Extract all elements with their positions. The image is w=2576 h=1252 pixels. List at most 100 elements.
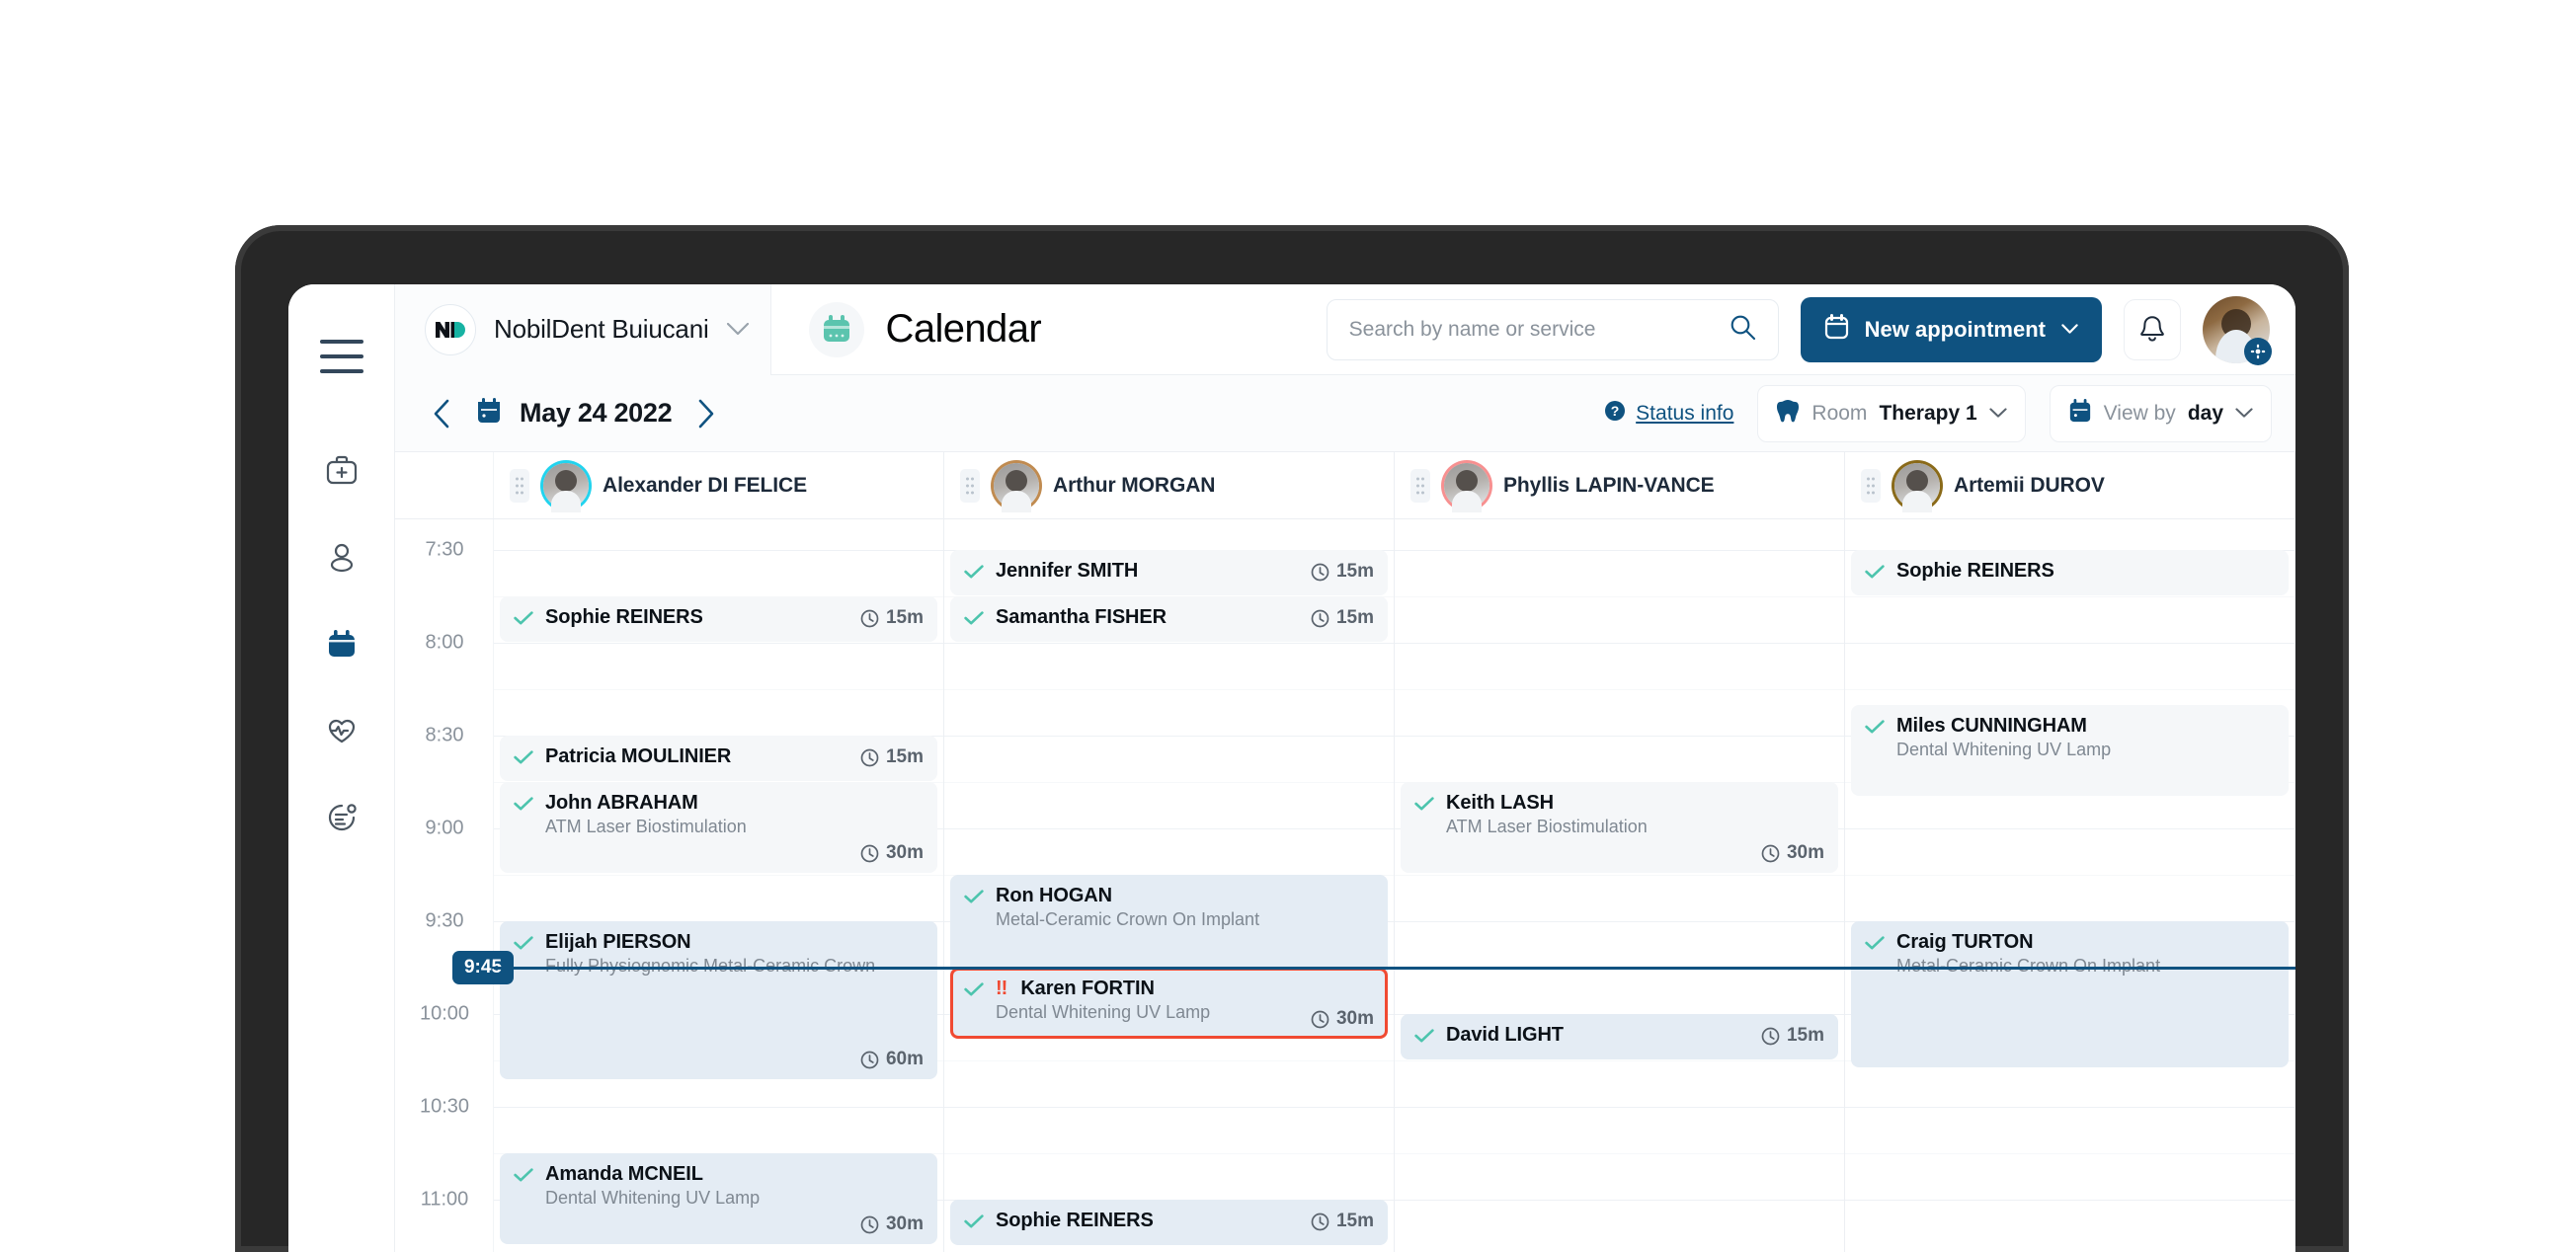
appointment-header: Craig TURTON: [1865, 931, 2275, 954]
grid-line: [1395, 550, 1844, 552]
appointment-card[interactable]: David LIGHT 15m: [1401, 1014, 1838, 1060]
new-appointment-label: New appointment: [1864, 316, 2046, 342]
appointment-column[interactable]: Jennifer SMITH 15m Samantha FISHER 15m Ron H…: [944, 519, 1395, 1252]
patient-name-label: Sophie REINERS: [996, 1210, 1154, 1232]
clock-icon: [1311, 609, 1329, 628]
duration-label: 30m: [1311, 1008, 1374, 1030]
appointment-card[interactable]: Keith LASH ATM Laser Biostimulation 30m: [1401, 782, 1838, 874]
appointment-column[interactable]: Keith LASH ATM Laser Biostimulation 30m Dav…: [1395, 519, 1845, 1252]
app-screen: NobilDent Buiucani Calendar Search by na…: [288, 284, 2295, 1252]
appointment-card[interactable]: Elijah PIERSON Fully Physiognomic Metal-C…: [500, 921, 937, 1080]
appointment-card[interactable]: Craig TURTON Metal-Ceramic Crown On Impla…: [1851, 921, 2289, 1068]
avatar: [1444, 462, 1489, 512]
date-navigator: May 24 2022: [425, 394, 723, 433]
time-label: 9:30: [425, 909, 464, 932]
notifications-button[interactable]: [2124, 298, 2181, 360]
chevron-down-icon: [2061, 324, 2078, 335]
grid-line: [1845, 1200, 2294, 1202]
grid-line: [1395, 1107, 1844, 1109]
appointment-card[interactable]: Amanda MCNEIL Dental Whitening UV Lamp 30m: [500, 1153, 937, 1245]
sidebar-item-reports[interactable]: [312, 790, 371, 849]
doctor-name-label: Alexander DI FELICE: [603, 473, 807, 497]
calendar-plus-icon: [1824, 313, 1849, 346]
patient-name-label: Patricia MOULINIER: [545, 745, 732, 768]
view-by-label: View by: [2103, 401, 2176, 425]
appointment-column[interactable]: Sophie REINERS 15m Patricia MOULINIER 15m Jo…: [494, 519, 944, 1252]
appointment-card-selected[interactable]: !! Karen FORTIN Dental Whitening UV Lamp 30…: [950, 968, 1388, 1040]
doctor-column-header[interactable]: Arthur MORGAN: [944, 452, 1395, 518]
next-day-button[interactable]: [689, 394, 723, 433]
settings-badge-icon: [2244, 337, 2272, 365]
doctor-name-label: Artemii DUROV: [1954, 473, 2105, 497]
appointment-header: !! Karen FORTIN: [964, 978, 1374, 1000]
view-by-selector[interactable]: View by day: [2049, 384, 2272, 442]
patient-name-label: David LIGHT: [1446, 1024, 1564, 1047]
doctor-column-header[interactable]: Alexander DI FELICE: [494, 452, 944, 518]
appointment-card[interactable]: Samantha FISHER 15m: [950, 596, 1388, 643]
calendar-grid: Alexander DI FELICE Arthur MORGAN Phyllis …: [395, 452, 2295, 1252]
confirmed-check-icon: [1865, 719, 1885, 734]
sidebar-item-calendar[interactable]: [312, 616, 371, 675]
duration-value: 60m: [885, 1049, 924, 1070]
grid-line: [494, 643, 943, 645]
page-title: Calendar: [885, 307, 1042, 351]
status-info-link[interactable]: ? Status info: [1604, 400, 1733, 427]
svg-text:?: ?: [1611, 403, 1620, 419]
drag-handle-icon[interactable]: [1410, 468, 1430, 503]
appointment-card[interactable]: Patricia MOULINIER 15m: [500, 736, 937, 782]
grid-line: [1395, 643, 1844, 645]
duration-label: 60m: [860, 1049, 924, 1070]
doctor-column-header[interactable]: Artemii DUROV: [1845, 452, 2295, 518]
sidebar-item-treatments[interactable]: [312, 703, 371, 762]
room-selector[interactable]: Room Therapy 1: [1757, 384, 2026, 442]
confirmed-check-icon: [964, 565, 984, 579]
view-by-value: day: [2187, 401, 2223, 425]
patient-name-label: Craig TURTON: [1896, 931, 2034, 954]
duration-label: 15m: [1311, 1211, 1374, 1232]
duration-label: 30m: [860, 842, 924, 864]
confirmed-check-icon: [514, 936, 533, 950]
drag-handle-icon[interactable]: [510, 468, 529, 503]
clinic-logo-icon: [425, 303, 476, 355]
search-box[interactable]: [1326, 298, 1779, 360]
appointment-card[interactable]: Sophie REINERS 15m: [500, 596, 937, 643]
appointment-card[interactable]: Sophie REINERS 15m: [950, 1200, 1388, 1246]
search-icon[interactable]: [1730, 314, 1756, 346]
toolbar-right-group: ? Status info Room Therapy 1 View by day: [1604, 384, 2272, 442]
clock-icon: [1761, 1027, 1780, 1046]
grid-line-minor: [944, 782, 1394, 784]
clock-icon: [1311, 1213, 1329, 1231]
tooth-icon: [1776, 398, 1800, 429]
appointment-card[interactable]: Sophie REINERS: [1851, 550, 2289, 596]
service-label: ATM Laser Biostimulation: [545, 817, 747, 837]
doctor-column-header[interactable]: Phyllis LAPIN-VANCE: [1395, 452, 1845, 518]
avatar: [994, 462, 1039, 512]
chevron-down-icon: [2235, 408, 2253, 419]
patient-name-label: Keith LASH: [1446, 792, 1555, 815]
clock-icon: [860, 748, 879, 767]
appointment-card[interactable]: Miles CUNNINGHAM Dental Whitening UV Lamp: [1851, 705, 2289, 796]
duration-label: 15m: [860, 746, 924, 768]
duration-value: 30m: [885, 1213, 924, 1235]
search-input[interactable]: [1348, 317, 1730, 342]
sidebar-item-medical-kit[interactable]: [312, 442, 371, 502]
new-appointment-button[interactable]: New appointment: [1800, 296, 2102, 362]
sidebar-item-patients[interactable]: [312, 529, 371, 588]
clock-icon: [860, 1051, 879, 1069]
prev-day-button[interactable]: [425, 394, 458, 433]
heart-pulse-icon: [325, 714, 359, 752]
clock-icon: [860, 844, 879, 863]
hamburger-menu-icon[interactable]: [319, 340, 363, 373]
drag-handle-icon[interactable]: [1861, 468, 1881, 503]
medical-kit-icon: [325, 453, 359, 492]
calendar-icon: [325, 627, 359, 665]
drag-handle-icon[interactable]: [960, 468, 980, 503]
room-value: Therapy 1: [1879, 401, 1977, 425]
appointment-column[interactable]: Sophie REINERS Miles CUNNINGHAM Dental Whi…: [1845, 519, 2295, 1252]
appointment-card[interactable]: Jennifer SMITH 15m: [950, 550, 1388, 596]
time-label: 10:00: [419, 1002, 470, 1025]
profile-menu[interactable]: [2203, 295, 2272, 365]
duration-value: 15m: [885, 607, 924, 629]
appointment-card[interactable]: John ABRAHAM ATM Laser Biostimulation 30m: [500, 782, 937, 874]
clinic-selector[interactable]: NobilDent Buiucani: [395, 284, 771, 375]
